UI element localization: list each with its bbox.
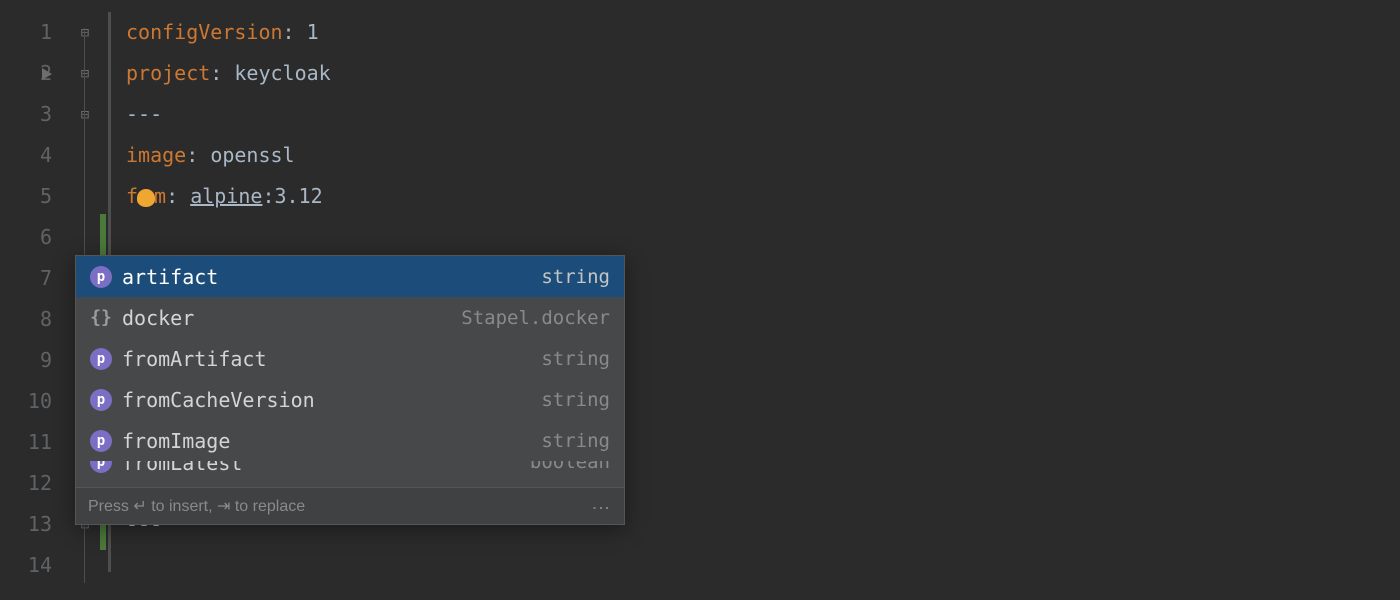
autocomplete-popup[interactable]: partifactstring{}dockerStapel.dockerpfro… bbox=[75, 255, 625, 525]
code-line[interactable]: project: keycloak bbox=[100, 53, 1400, 94]
line-number: 1 bbox=[0, 12, 70, 53]
intention-bulb-icon[interactable] bbox=[137, 189, 155, 207]
line-number-gutter: 1 2 3 4 5 6 7 8 9 10 11 12 13 14 bbox=[0, 0, 70, 600]
fold-toggle-icon[interactable]: ⊟ bbox=[70, 53, 100, 94]
code-line[interactable] bbox=[100, 545, 1400, 586]
autocomplete-item-type: Stapel.docker bbox=[461, 307, 610, 329]
autocomplete-item-label: artifact bbox=[122, 265, 541, 289]
property-icon: p bbox=[90, 430, 112, 452]
property-icon: p bbox=[90, 389, 112, 411]
line-number: 14 bbox=[0, 545, 70, 586]
line-number: 2 bbox=[0, 53, 70, 94]
autocomplete-item-label: fromCacheVersion bbox=[122, 388, 541, 412]
autocomplete-item[interactable]: p fromLatestboolean bbox=[76, 461, 624, 487]
autocomplete-item[interactable]: p artifactstring bbox=[76, 256, 624, 297]
line-number: 4 bbox=[0, 135, 70, 176]
fold-toggle-icon[interactable]: ⊟ bbox=[70, 94, 100, 135]
code-line[interactable]: image: openssl bbox=[100, 135, 1400, 176]
fold-toggle-icon[interactable]: ⊟ bbox=[70, 12, 100, 53]
line-number: 6 bbox=[0, 217, 70, 258]
code-line[interactable]: --- bbox=[100, 94, 1400, 135]
line-number: 8 bbox=[0, 299, 70, 340]
more-options-icon[interactable]: ⋮ bbox=[590, 499, 612, 513]
property-icon: p bbox=[90, 348, 112, 370]
line-number: 7 bbox=[0, 258, 70, 299]
line-number: 10 bbox=[0, 381, 70, 422]
autocomplete-item[interactable]: p fromCacheVersionstring bbox=[76, 379, 624, 420]
autocomplete-item-type: string bbox=[541, 389, 610, 411]
property-icon: p bbox=[90, 266, 112, 288]
run-line-icon[interactable] bbox=[42, 68, 52, 80]
line-number: 5 bbox=[0, 176, 70, 217]
autocomplete-item-label: docker bbox=[122, 306, 461, 330]
autocomplete-item[interactable]: p fromArtifactstring bbox=[76, 338, 624, 379]
autocomplete-item-type: string bbox=[541, 348, 610, 370]
line-number: 11 bbox=[0, 422, 70, 463]
line-number: 9 bbox=[0, 340, 70, 381]
code-line[interactable] bbox=[100, 217, 1400, 258]
autocomplete-item-label: fromLatest bbox=[122, 461, 530, 475]
autocomplete-item-type: boolean bbox=[530, 461, 610, 473]
code-line[interactable]: configVersion: 1 bbox=[100, 12, 1400, 53]
autocomplete-item-type: string bbox=[541, 430, 610, 452]
change-marker bbox=[100, 214, 106, 259]
line-number: 3 bbox=[0, 94, 70, 135]
line-number: 13 bbox=[0, 504, 70, 545]
autocomplete-item[interactable]: p fromImagestring bbox=[76, 420, 624, 461]
property-icon: p bbox=[90, 461, 112, 473]
line-number: 12 bbox=[0, 463, 70, 504]
object-icon: {} bbox=[90, 307, 112, 329]
code-line[interactable]: fm: alpine:3.12 bbox=[100, 176, 1400, 217]
autocomplete-footer: Press ↵ to insert, ⇥ to replace ⋮ bbox=[76, 487, 624, 524]
autocomplete-item-type: string bbox=[541, 266, 610, 288]
autocomplete-item[interactable]: {} dockerStapel.docker bbox=[76, 297, 624, 338]
autocomplete-hint: Press ↵ to insert, ⇥ to replace bbox=[88, 496, 305, 516]
autocomplete-item-label: fromImage bbox=[122, 429, 541, 453]
autocomplete-item-label: fromArtifact bbox=[122, 347, 541, 371]
